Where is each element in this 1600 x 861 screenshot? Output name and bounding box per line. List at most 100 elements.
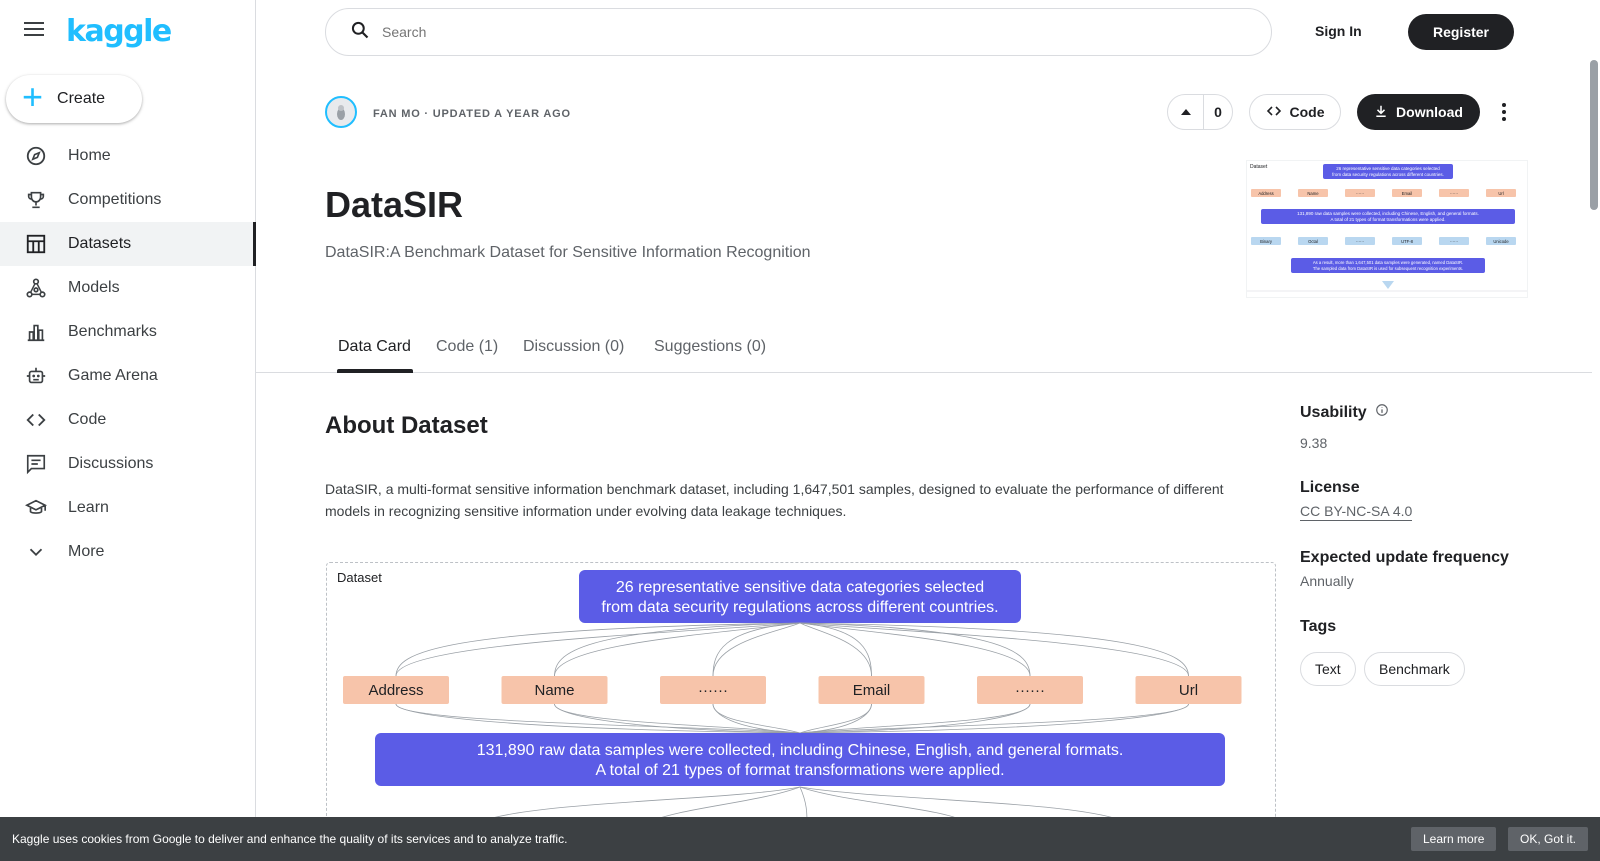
sidebar-item-label: Competitions xyxy=(68,191,162,208)
sidebar-item-label: Datasets xyxy=(68,235,132,252)
sidebar-item-more[interactable]: More xyxy=(0,530,256,574)
school-icon xyxy=(24,496,48,520)
upvote-button[interactable] xyxy=(1168,95,1204,129)
sidebar-item-competitions[interactable]: Competitions xyxy=(0,178,256,222)
bar-chart-icon xyxy=(24,320,48,344)
sidebar-nav: Home Competitions Datasets Models Benchm… xyxy=(0,134,256,574)
diagram-label: Dataset xyxy=(337,570,382,585)
sidebar-item-label: More xyxy=(68,543,105,560)
thumb-box-label: Binary xyxy=(1260,239,1273,244)
thumb-box-label: Email xyxy=(1402,191,1413,196)
thumb-box-label: Name xyxy=(1307,191,1319,196)
sidebar-item-code[interactable]: Code xyxy=(0,398,256,442)
sidebar-item-learn[interactable]: Learn xyxy=(0,486,256,530)
usability-label: Usability xyxy=(1300,403,1367,421)
models-icon xyxy=(24,276,48,300)
about-description: DataSIR, a multi-format sensitive inform… xyxy=(325,481,1224,519)
thumb-mid-line1: 131,890 raw data samples were collected,… xyxy=(1297,211,1479,216)
diagram-mid-line1: 131,890 raw data samples were collected,… xyxy=(477,742,1124,759)
vote-count: 0 xyxy=(1214,104,1222,120)
cookie-ok-button[interactable]: OK, Got it. xyxy=(1508,827,1589,851)
thumb-label: Dataset xyxy=(1250,164,1268,170)
create-label: Create xyxy=(57,90,106,107)
thumb-top-line1: 26 representative sensitive data categor… xyxy=(1336,166,1440,171)
compass-icon xyxy=(24,144,48,168)
sidebar: kaggle + Create Home Competitions Datase… xyxy=(0,0,256,861)
tab-data-card[interactable]: Data Card xyxy=(338,338,411,356)
page-subtitle: DataSIR:A Benchmark Dataset for Sensitiv… xyxy=(325,244,811,261)
thumb-box-label: Address xyxy=(1258,191,1273,196)
menu-icon[interactable] xyxy=(24,22,46,40)
sign-in-button[interactable]: Sign In xyxy=(1315,23,1362,39)
diagram-category-label: Address xyxy=(368,682,423,699)
more-vert-icon[interactable] xyxy=(1494,100,1514,124)
thumb-bottom-line1: As a result, more than 1,647,501 data sa… xyxy=(1313,260,1463,265)
frequency-label: Expected update frequency xyxy=(1300,549,1509,566)
diagram-category-label: ······ xyxy=(1015,682,1045,699)
code-icon xyxy=(24,408,48,432)
search-icon xyxy=(350,20,370,45)
sidebar-item-label: Home xyxy=(68,147,111,164)
dataset-meta: FAN MO · UPDATED A YEAR AGO xyxy=(373,108,571,120)
sidebar-item-home[interactable]: Home xyxy=(0,134,256,178)
diagram-top-line1: 26 representative sensitive data categor… xyxy=(616,579,984,596)
cookie-message: Kaggle uses cookies from Google to deliv… xyxy=(12,832,568,846)
thumb-box-label: Url xyxy=(1498,191,1503,196)
code-button[interactable]: Code xyxy=(1249,94,1341,130)
thumb-top-line2: from data security regulations across di… xyxy=(1332,172,1444,177)
download-button-label: Download xyxy=(1396,104,1463,120)
active-tab-indicator xyxy=(337,369,413,373)
sidebar-item-label: Code xyxy=(68,411,107,428)
license-label: License xyxy=(1300,479,1360,496)
info-icon[interactable] xyxy=(1375,403,1389,422)
tab-discussion[interactable]: Discussion (0) xyxy=(523,338,624,356)
sidebar-item-game-arena[interactable]: Game Arena xyxy=(0,354,256,398)
sidebar-item-benchmarks[interactable]: Benchmarks xyxy=(0,310,256,354)
diagram-category-label: Name xyxy=(534,682,574,699)
page-scrollbar[interactable] xyxy=(1590,60,1598,210)
diagram-category-label: ······ xyxy=(698,682,728,699)
dataset-diagram: Dataset 26 representative sensitive data… xyxy=(326,562,1276,822)
thumb-bottom-line2: The sampled data from DataSIR is used fo… xyxy=(1313,266,1463,271)
code-icon xyxy=(1266,103,1282,122)
usability-value: 9.38 xyxy=(1300,435,1328,451)
tab-code[interactable]: Code (1) xyxy=(436,338,498,356)
diagram-category-label: Url xyxy=(1179,682,1198,699)
tag-chip[interactable]: Benchmark xyxy=(1364,652,1465,686)
sidebar-item-discussions[interactable]: Discussions xyxy=(0,442,256,486)
thumb-box-label: UTF-8 xyxy=(1401,239,1414,244)
sidebar-item-datasets[interactable]: Datasets xyxy=(0,222,256,266)
thumb-box-label: ······ xyxy=(1450,191,1458,196)
search-bar[interactable] xyxy=(325,8,1272,56)
thumb-mid-line2: A total of 21 types of format transforma… xyxy=(1330,217,1445,222)
download-button[interactable]: Download xyxy=(1357,94,1480,130)
thumb-box-label: ······ xyxy=(1356,191,1364,196)
thumb-box-label: ······ xyxy=(1450,239,1458,244)
usability-section: Usability xyxy=(1300,403,1389,422)
tab-suggestions[interactable]: Suggestions (0) xyxy=(654,338,766,356)
robot-icon xyxy=(24,364,48,388)
vote-widget: 0 xyxy=(1167,94,1233,130)
table-icon xyxy=(24,232,48,256)
learn-more-button[interactable]: Learn more xyxy=(1411,827,1497,851)
thumb-box-label: Unicode xyxy=(1493,239,1509,244)
create-button[interactable]: + Create xyxy=(6,75,142,123)
thumb-box-label: Octal xyxy=(1308,239,1318,244)
avatar[interactable] xyxy=(325,96,357,128)
sidebar-item-label: Models xyxy=(68,279,120,296)
kaggle-logo[interactable]: kaggle xyxy=(66,14,172,49)
search-input[interactable] xyxy=(382,24,1182,40)
tags-label: Tags xyxy=(1300,618,1337,635)
chevron-down-icon xyxy=(24,540,48,564)
sidebar-item-label: Benchmarks xyxy=(68,323,157,340)
dataset-thumbnail[interactable]: Dataset 26 representative sensitive data… xyxy=(1246,160,1528,298)
sidebar-item-models[interactable]: Models xyxy=(0,266,256,310)
diagram-top-line2: from data security regulations across di… xyxy=(601,599,998,616)
thumb-box-label: ······ xyxy=(1356,239,1364,244)
license-link[interactable]: CC BY-NC-SA 4.0 xyxy=(1300,503,1413,521)
register-button[interactable]: Register xyxy=(1408,14,1514,50)
sidebar-item-label: Learn xyxy=(68,499,109,516)
tag-chip[interactable]: Text xyxy=(1300,652,1356,686)
diagram-mid-line2: A total of 21 types of format transforma… xyxy=(595,762,1004,779)
about-heading: About Dataset xyxy=(325,412,488,439)
